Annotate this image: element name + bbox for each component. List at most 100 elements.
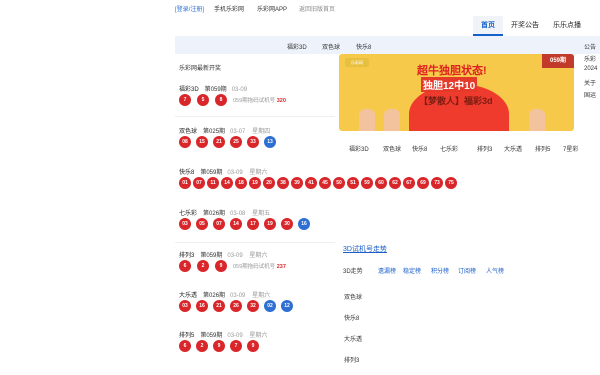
- type-kl8[interactable]: 快乐8: [356, 42, 371, 51]
- login-register-link[interactable]: [登录/注册]: [175, 4, 204, 13]
- lottery-name[interactable]: 七乐彩: [179, 211, 197, 217]
- notice-item[interactable]: 2024: [584, 66, 600, 78]
- category-item[interactable]: 双色球: [344, 292, 362, 301]
- banner-subline: 独胆12中10: [421, 77, 478, 92]
- banner-issue-badge: 059期: [542, 54, 574, 68]
- category-item[interactable]: 大乐透: [344, 334, 362, 343]
- mobile-site-link[interactable]: 手机乐彩网: [214, 4, 244, 13]
- nav-lele-vod[interactable]: 乐乐点播: [547, 16, 587, 36]
- lottery-weekday: 星期五: [252, 211, 271, 217]
- ball: 30: [281, 218, 293, 230]
- game-tab[interactable]: 排列5: [535, 144, 550, 153]
- ball: 26: [230, 300, 242, 312]
- game-tab[interactable]: 福彩3D: [349, 144, 369, 153]
- lottery-issue: 第059期: [200, 253, 223, 259]
- ball: 17: [247, 218, 259, 230]
- section-title[interactable]: 3D试机号走势: [343, 244, 387, 254]
- game-tab[interactable]: 排列3: [477, 144, 492, 153]
- ball: 21: [213, 300, 225, 312]
- lottery-weekday: 星期六: [249, 253, 268, 259]
- ball: 39: [291, 177, 303, 189]
- ball: 19: [264, 218, 276, 230]
- game-tabs: 福彩3D 双色球 快乐8 七乐彩 排列3 大乐透 排列5 7星彩: [349, 144, 594, 154]
- ball: 25: [230, 136, 242, 148]
- subtab[interactable]: 人气榜: [486, 266, 504, 275]
- lottery-name[interactable]: 排列3: [179, 253, 194, 259]
- ball: 67: [403, 177, 415, 189]
- lottery-name[interactable]: 排列5: [179, 333, 194, 339]
- subtab[interactable]: 积分榜: [431, 266, 449, 275]
- ball: 60: [375, 177, 387, 189]
- category-item[interactable]: 快乐8: [344, 313, 359, 322]
- ball: 69: [417, 177, 429, 189]
- game-tab[interactable]: 大乐透: [504, 144, 522, 153]
- ball: 7: [230, 340, 242, 352]
- subtab[interactable]: 稳定榜: [403, 266, 421, 275]
- lottery-fc3d: 福彩3D 第059期 03-09 7 5 8 059期拖码试机号 320: [179, 84, 339, 108]
- notice-item[interactable]: 乐彩: [584, 54, 600, 66]
- trial-number-note: 059期拖码试机号 320: [233, 96, 286, 104]
- blue-ball: 13: [264, 136, 276, 148]
- ball: 2: [196, 340, 208, 352]
- ball: 15: [196, 136, 208, 148]
- ball: 59: [361, 177, 373, 189]
- notice-item[interactable]: 国运: [584, 90, 600, 102]
- lottery-weekday: 星期六: [249, 333, 268, 339]
- subtab[interactable]: 3D走势: [343, 266, 363, 275]
- nav-draw-notice[interactable]: 开奖公告: [505, 16, 545, 36]
- subtab[interactable]: 遗漏榜: [378, 266, 396, 275]
- ball: 41: [305, 177, 317, 189]
- ball: 20: [263, 177, 275, 189]
- main-nav: 首页 开奖公告 乐乐点播: [473, 16, 600, 36]
- category-item[interactable]: 排列3: [344, 355, 359, 364]
- game-tab[interactable]: 七乐彩: [440, 144, 458, 153]
- top-bar: [登录/注册] 手机乐彩网 乐彩网APP 返回旧版首页: [0, 0, 600, 16]
- ball: 73: [431, 177, 443, 189]
- ball: 21: [213, 136, 225, 148]
- lottery-date: 03-09: [230, 293, 246, 299]
- notice-item[interactable]: 公告: [584, 42, 600, 54]
- ball: 45: [319, 177, 331, 189]
- old-home-link[interactable]: 返回旧版首页: [299, 4, 335, 13]
- lottery-weekday: 星期六: [249, 170, 268, 176]
- lottery-weekday: 星期六: [252, 293, 271, 299]
- latest-draws-panel: 乐彩网最新开奖 福彩3D 第059期 03-09 7 5 8 059期拖码试机号 3…: [175, 56, 457, 375]
- hand-illustration: [529, 109, 545, 131]
- divider: [175, 242, 335, 243]
- lottery-kl8: 快乐8 第059期 03-09 星期六 01 07 11 14 18 19 20 3…: [179, 167, 457, 191]
- ball: 2: [197, 260, 209, 272]
- type-ssq[interactable]: 双色球: [322, 42, 340, 51]
- lottery-name[interactable]: 双色球: [179, 129, 197, 135]
- ball: 14: [221, 177, 233, 189]
- ball: 51: [347, 177, 359, 189]
- lottery-issue: 第059期: [200, 333, 223, 339]
- lottery-dlt: 大乐透 第026期 03-09 星期六 03 16 21 26 32 02 12: [179, 290, 339, 314]
- nav-home[interactable]: 首页: [473, 16, 503, 36]
- banner-tagline: 【梦散人】福彩3d: [419, 96, 493, 106]
- subtab[interactable]: 订阅榜: [458, 266, 476, 275]
- ball: 07: [193, 177, 205, 189]
- type-fc3d[interactable]: 福彩3D: [287, 42, 307, 51]
- game-tab[interactable]: 快乐8: [412, 144, 427, 153]
- lottery-date: 03-08: [230, 211, 246, 217]
- blue-ball: 12: [281, 300, 293, 312]
- ball: 32: [247, 300, 259, 312]
- ball: 33: [247, 136, 259, 148]
- promo-banner[interactable]: 乐彩网 超牛独胆状态! 独胆12中10 【梦散人】福彩3d 059期: [339, 54, 574, 131]
- game-tab[interactable]: 双色球: [383, 144, 401, 153]
- app-link[interactable]: 乐彩网APP: [257, 4, 287, 13]
- game-tab[interactable]: 7星彩: [563, 144, 578, 153]
- ball: 7: [179, 94, 191, 106]
- lottery-issue: 第026期: [203, 211, 226, 217]
- ball: 6: [179, 260, 191, 272]
- lottery-name[interactable]: 大乐透: [179, 293, 197, 299]
- note-text: 059期拖码试机号: [233, 264, 276, 270]
- notice-item[interactable]: 关于: [584, 78, 600, 90]
- lottery-date: 03-09: [227, 170, 243, 176]
- ball: 38: [277, 177, 289, 189]
- ball: 9: [213, 340, 225, 352]
- lottery-name[interactable]: 快乐8: [179, 170, 194, 176]
- lottery-name[interactable]: 福彩3D: [179, 87, 199, 93]
- ball: 08: [179, 136, 191, 148]
- ball: 03: [179, 300, 191, 312]
